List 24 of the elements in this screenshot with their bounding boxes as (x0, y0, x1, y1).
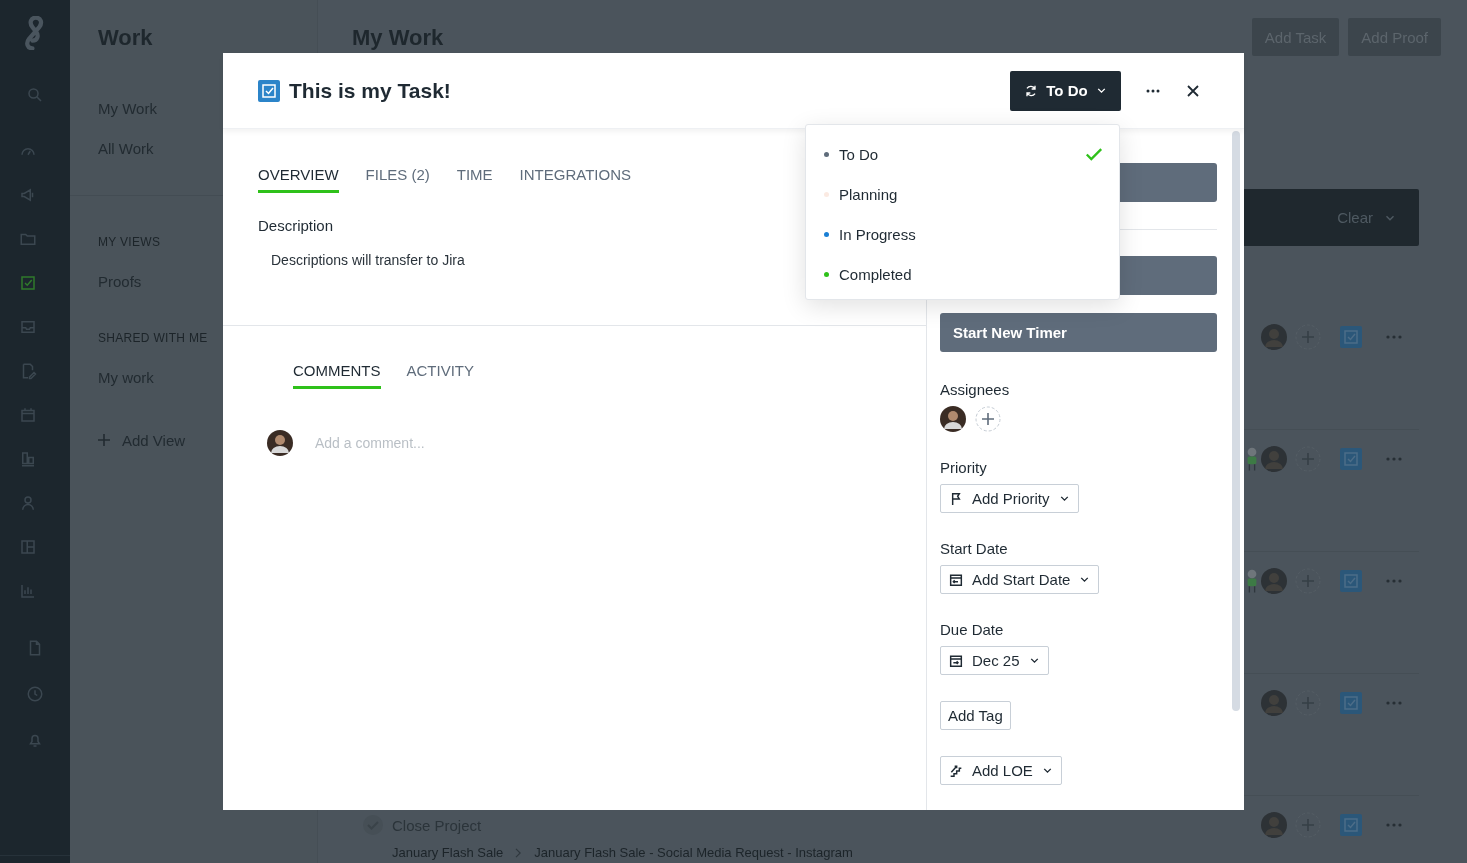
field-label: Start Date (940, 539, 1008, 559)
description-text[interactable]: Descriptions will transfer to Jira (258, 252, 465, 268)
field-label: Assignees (940, 380, 1010, 400)
task-title: This is my Task! (289, 78, 451, 103)
tab[interactable]: OVERVIEW (258, 163, 339, 193)
select-button[interactable]: Dec 25 (940, 646, 1049, 675)
start-timer-button[interactable]: Start New Timer (940, 313, 1217, 352)
menu-item[interactable]: Planning (806, 174, 1119, 214)
field-label: Due Date (940, 620, 1004, 640)
field-label: Description (258, 217, 334, 236)
menu-item[interactable]: In Progress (806, 214, 1119, 254)
tab[interactable]: INTEGRATIONS (519, 163, 631, 193)
menu-item[interactable]: Completed (806, 254, 1119, 294)
tab[interactable]: COMMENTS (293, 359, 381, 389)
add-tag-button[interactable]: Add Tag (940, 701, 1011, 730)
tab[interactable]: TIME (456, 163, 493, 193)
select-button[interactable]: Add LOE (940, 756, 1062, 785)
menu-item[interactable]: To Do (806, 134, 1119, 174)
select-button[interactable]: Add Priority (940, 484, 1079, 513)
select-button[interactable]: Add Start Date (940, 565, 1100, 594)
tab[interactable]: ACTIVITY (406, 359, 474, 389)
field-label: Priority (940, 458, 987, 478)
status-dropdown[interactable]: To Do (1010, 70, 1121, 111)
tab[interactable]: FILES (2) (365, 163, 430, 193)
